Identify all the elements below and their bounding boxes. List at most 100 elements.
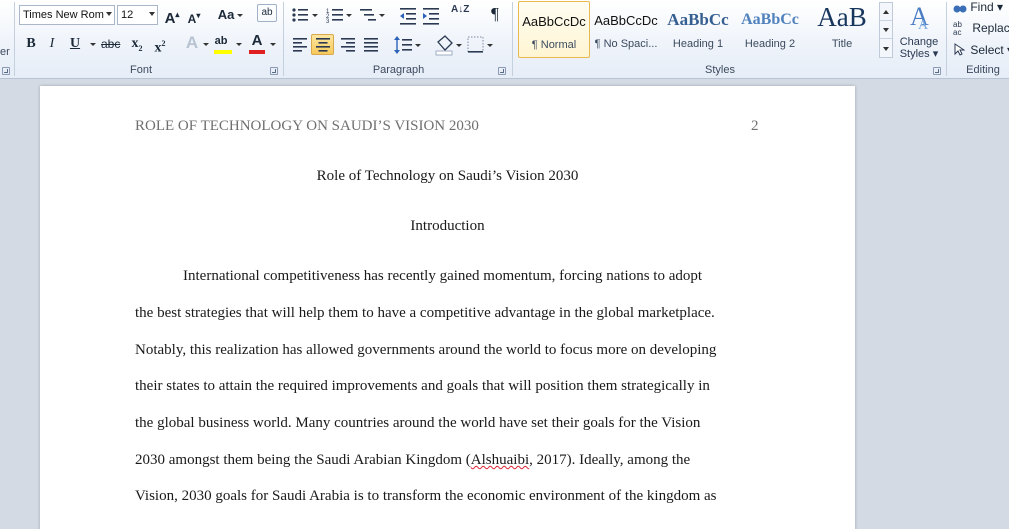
- replace-icon: ab ac: [953, 20, 962, 37]
- change-case-button[interactable]: Aa: [217, 5, 235, 25]
- style-title[interactable]: AaB Title: [806, 1, 878, 58]
- highlight-color-swatch: [214, 50, 232, 54]
- citation-author: Alshuaibi: [470, 452, 530, 468]
- style-no-spacing-preview: AaBbCcDc: [594, 13, 658, 28]
- styles-group-label: Styles: [705, 64, 735, 76]
- style-heading-2-preview: AaBbCc: [741, 11, 799, 28]
- group-separator: [14, 2, 15, 76]
- align-center-icon: [315, 38, 330, 52]
- styles-gallery: AaBbCcDc ¶ Normal AaBbCcDc ¶ No Spaci...…: [517, 1, 877, 59]
- body-line: International competitiveness has recent…: [183, 268, 703, 284]
- font-dialog-launcher[interactable]: [270, 67, 278, 75]
- superscript-button[interactable]: x2: [151, 34, 169, 56]
- style-no-spacing[interactable]: AaBbCcDc ¶ No Spaci...: [590, 1, 662, 58]
- find-button[interactable]: Find ▾: [953, 0, 1003, 16]
- increase-indent-icon: [423, 8, 439, 25]
- highlight-button[interactable]: ab: [212, 31, 232, 54]
- superscript-mark: 2: [161, 39, 166, 48]
- change-case-icon: Aa: [217, 7, 235, 22]
- body-line-part: , 2017). Ideally, among the: [529, 452, 691, 468]
- svg-text:3: 3: [326, 19, 330, 25]
- sort-icon: A↓Z: [451, 4, 470, 15]
- gallery-scroll-down[interactable]: [880, 21, 892, 39]
- gallery-scroll-up[interactable]: [880, 3, 892, 21]
- strikethrough-button[interactable]: abc: [101, 34, 120, 54]
- sort-button[interactable]: A↓Z: [451, 5, 469, 25]
- body-line: their states to attain the required impr…: [135, 378, 710, 394]
- borders-icon: [467, 36, 493, 53]
- gallery-more[interactable]: [880, 39, 892, 57]
- font-group-label: Font: [129, 64, 152, 76]
- align-right-icon: [341, 38, 355, 52]
- style-heading-2-label: Heading 2: [744, 38, 796, 50]
- ribbon: er Times New Rom 12 A▴ A▾ Aa ab B I U ab…: [0, 0, 1009, 79]
- change-styles-button[interactable]: A A Change Styles ▾: [896, 0, 942, 62]
- font-size-value: 12: [121, 9, 134, 21]
- paragraph-group-label: Paragraph: [372, 64, 425, 76]
- style-heading-1-label: Heading 1: [672, 38, 724, 50]
- shrink-font-button[interactable]: A▾: [185, 6, 203, 26]
- section-heading: Introduction: [410, 218, 485, 234]
- subscript-button[interactable]: x2: [128, 34, 146, 54]
- font-color-button[interactable]: A: [248, 31, 266, 54]
- group-separator: [512, 2, 513, 76]
- numbering-icon: 1 2 3: [326, 9, 352, 25]
- style-heading-2[interactable]: AaBbCc Heading 2: [734, 1, 806, 58]
- clipboard-clipped-label: er: [0, 46, 10, 58]
- styles-dialog-launcher[interactable]: [933, 67, 941, 75]
- group-separator: [283, 2, 284, 76]
- multilevel-list-icon: [360, 9, 385, 21]
- bullets-icon: [292, 8, 318, 22]
- font-color-swatch: [249, 50, 265, 54]
- binoculars-icon: [953, 2, 967, 14]
- body-line-part: 2030 amongst them being the Saudi Arabia…: [135, 452, 471, 468]
- style-heading-1-preview: AaBbCc: [667, 10, 729, 29]
- change-styles-icon: A A: [910, 2, 929, 33]
- select-label: Select: [970, 43, 1004, 58]
- change-case-caret-icon: [237, 14, 243, 17]
- clipboard-launcher[interactable]: [2, 67, 10, 75]
- body-line: the best strategies that will help them …: [135, 305, 715, 321]
- style-no-spacing-label: ¶ No Spaci...: [594, 38, 658, 50]
- show-marks-button[interactable]: ¶: [486, 4, 504, 24]
- align-left-icon: [293, 38, 307, 52]
- select-button[interactable]: Select ▾: [953, 43, 1009, 59]
- document-page[interactable]: ROLE OF TECHNOLOGY ON SAUDI’S VISION 203…: [40, 86, 855, 529]
- replace-button[interactable]: abac Replace: [953, 21, 1009, 37]
- change-styles-label-2-row: Styles ▾: [899, 48, 939, 60]
- body-line: Vision, 2030 goals for Saudi Arabia is t…: [135, 488, 717, 504]
- subscript-mark: 2: [138, 43, 143, 53]
- scroll-up-icon: [883, 10, 889, 14]
- style-normal-label: ¶ Normal: [531, 39, 577, 51]
- bold-button[interactable]: B: [22, 34, 40, 54]
- style-title-label: Title: [831, 38, 853, 50]
- scroll-down-icon: [883, 28, 889, 32]
- highlight-icon: ab: [214, 35, 228, 47]
- find-label: Find: [970, 0, 994, 14]
- italic-icon: I: [49, 36, 55, 51]
- grow-font-button[interactable]: A▴: [163, 5, 181, 27]
- text-effects-button[interactable]: A: [183, 33, 201, 53]
- font-size-dropdown-icon: [149, 12, 155, 16]
- align-center-button[interactable]: [311, 34, 334, 55]
- clear-formatting-button[interactable]: ab: [257, 4, 277, 22]
- document-title: Role of Technology on Saudi’s Vision 203…: [316, 168, 579, 184]
- paragraph-dialog-launcher[interactable]: [498, 67, 506, 75]
- style-heading-1[interactable]: AaBbCc Heading 1: [662, 1, 734, 58]
- style-title-preview: AaB: [817, 2, 867, 32]
- style-normal[interactable]: AaBbCcDc ¶ Normal: [518, 1, 590, 58]
- svg-text:A: A: [918, 18, 929, 31]
- editing-group-label: Editing: [966, 64, 1000, 76]
- superscript-icon: x: [154, 40, 162, 56]
- bold-icon: B: [26, 36, 36, 51]
- page-number: 2: [751, 118, 759, 134]
- underline-button[interactable]: U: [66, 34, 84, 54]
- font-size-box[interactable]: 12: [117, 5, 158, 25]
- styles-gallery-scroller[interactable]: [879, 2, 893, 58]
- justify-icon: [364, 38, 378, 52]
- body-line-with-citation: 2030 amongst them being the Saudi Arabia…: [135, 452, 690, 469]
- italic-button[interactable]: I: [43, 34, 61, 54]
- font-name-box[interactable]: Times New Rom: [19, 5, 115, 25]
- group-separator: [946, 2, 947, 76]
- more-icon: [883, 47, 889, 51]
